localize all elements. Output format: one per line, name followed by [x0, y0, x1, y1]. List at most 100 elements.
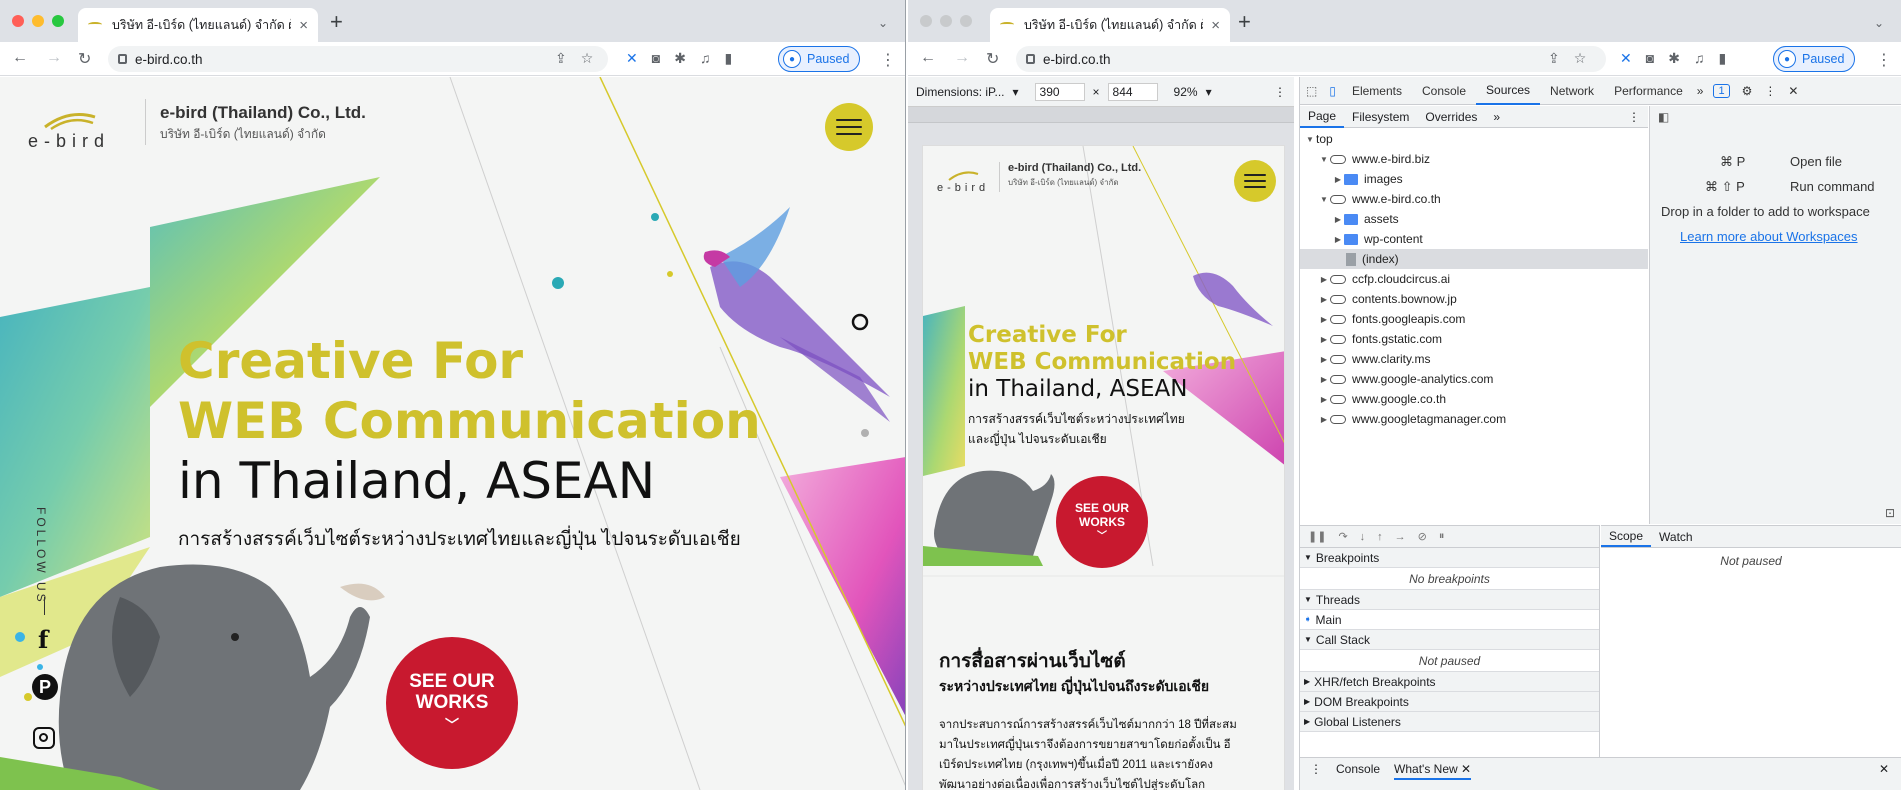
forward-icon[interactable]: →	[954, 49, 970, 67]
close-tab-icon[interactable]: ×	[1211, 17, 1220, 34]
collapse-arrow-icon[interactable]: ▶	[1318, 415, 1330, 424]
pause-icon[interactable]: ❚❚	[1308, 530, 1326, 543]
minimize-window-button[interactable]	[940, 15, 952, 27]
step-icon[interactable]: →	[1395, 531, 1406, 543]
collapse-arrow-icon[interactable]: ▶	[1318, 355, 1330, 364]
tree-item[interactable]: ▼ www.e-bird.biz	[1300, 149, 1648, 169]
dimensions-select[interactable]: Dimensions: iP...	[916, 85, 1004, 99]
thread-main-row[interactable]: ➧ Main	[1300, 610, 1599, 630]
see-our-works-button[interactable]: SEE OUR WORKS ﹀	[386, 637, 518, 769]
threads-header[interactable]: ▼ Threads	[1300, 590, 1599, 610]
dimensions-dropdown-icon[interactable]: ▾	[1012, 85, 1018, 99]
issues-badge[interactable]: 1	[1707, 77, 1735, 105]
toggle-navigator-icon[interactable]: ◧	[1658, 110, 1669, 124]
bookmark-star-icon[interactable]: ☆	[581, 50, 594, 67]
expand-arrow-icon[interactable]: ▼	[1304, 135, 1316, 144]
address-bar[interactable]: e-bird.co.th	[108, 46, 608, 72]
pinterest-icon[interactable]: P	[32, 674, 58, 700]
breakpoints-header[interactable]: ▼ Breakpoints	[1300, 548, 1599, 568]
tab-console[interactable]: Console	[1412, 77, 1476, 105]
reload-icon[interactable]: ↻	[78, 49, 91, 69]
sidepanel-icon[interactable]: ▮	[1718, 50, 1726, 67]
tree-item[interactable]: ▶ assets	[1300, 209, 1648, 229]
menu-icon[interactable]: ⋮	[880, 50, 896, 70]
profile-button[interactable]: ● Paused	[778, 46, 861, 72]
inspect-element-icon[interactable]: ⬚	[1300, 77, 1323, 105]
browser-tab-right[interactable]: บริษัท อี-เบิร์ด (ไทยแลนด์) จำกัด ผู้ ×	[990, 8, 1230, 42]
zoom-dropdown-icon[interactable]: ▾	[1206, 85, 1212, 99]
tree-item[interactable]: ▶ ccfp.cloudcircus.ai	[1300, 269, 1648, 289]
drawer-tab-whats-new[interactable]: What's New ✕	[1394, 762, 1472, 780]
maximize-window-button[interactable]	[960, 15, 972, 27]
more-tabs-icon[interactable]: »	[1693, 77, 1708, 105]
close-devtools-icon[interactable]: ✕	[1782, 77, 1804, 105]
mobile-see-our-works-button[interactable]: SEE OUR WORKS ﹀	[1056, 476, 1148, 568]
collapse-arrow-icon[interactable]: ▶	[1318, 395, 1330, 404]
tree-item[interactable]: ▶ www.clarity.ms	[1300, 349, 1648, 369]
collapse-arrow-icon[interactable]: ▶	[1332, 235, 1344, 244]
tree-item[interactable]: ▶ www.googletagmanager.com	[1300, 409, 1648, 429]
expand-arrow-icon[interactable]: ▼	[1318, 155, 1330, 164]
tree-item[interactable]: ▶ www.google-analytics.com	[1300, 369, 1648, 389]
back-icon[interactable]: ←	[920, 49, 936, 67]
new-tab-icon[interactable]: +	[1238, 11, 1251, 33]
reload-icon[interactable]: ↻	[986, 49, 999, 69]
bookmark-star-icon[interactable]: ☆	[1574, 50, 1587, 67]
forward-icon[interactable]: →	[46, 49, 62, 67]
media-icon[interactable]: ♫	[1694, 50, 1705, 67]
collapse-arrow-icon[interactable]: ▶	[1332, 215, 1344, 224]
tree-item[interactable]: ▶ wp-content	[1300, 229, 1648, 249]
tree-item[interactable]: ▶ www.google.co.th	[1300, 389, 1648, 409]
settings-gear-icon[interactable]: ⚙	[1736, 77, 1759, 105]
collapse-arrow-icon[interactable]: ▶	[1318, 275, 1330, 284]
site-logo[interactable]: e-bird	[28, 107, 110, 152]
instagram-icon[interactable]	[33, 727, 55, 749]
tree-item[interactable]: ▶ fonts.googleapis.com	[1300, 309, 1648, 329]
device-width-input[interactable]: 390	[1034, 82, 1085, 101]
sidepanel-icon[interactable]: ▮	[724, 50, 732, 67]
nav-tab-page[interactable]: Page	[1300, 106, 1345, 128]
maximize-window-button[interactable]	[52, 15, 64, 27]
step-over-icon[interactable]: ↷	[1338, 530, 1347, 543]
tree-item[interactable]: (index)	[1300, 249, 1648, 269]
collapse-arrow-icon[interactable]: ▶	[1332, 175, 1344, 184]
callstack-header[interactable]: ▼ Call Stack	[1300, 630, 1599, 650]
tab-sources[interactable]: Sources	[1476, 77, 1541, 105]
global-listeners-header[interactable]: ▶ Global Listeners	[1300, 712, 1599, 732]
tab-performance[interactable]: Performance	[1604, 77, 1693, 105]
zoom-select[interactable]: 92%	[1174, 85, 1198, 99]
collapse-arrow-icon[interactable]: ▶	[1318, 315, 1330, 324]
media-query-bar[interactable]	[908, 107, 1294, 123]
profile-button[interactable]: ● Paused	[1773, 46, 1856, 72]
menu-icon[interactable]: ⋮	[1876, 50, 1892, 70]
tree-item[interactable]: ▶ images	[1300, 169, 1648, 189]
share-icon[interactable]: ⇪	[1548, 50, 1560, 67]
toggle-debugger-icon[interactable]: ⊡	[1885, 506, 1895, 520]
collapse-arrow-icon[interactable]: ▶	[1318, 295, 1330, 304]
step-into-icon[interactable]: ↓	[1360, 531, 1366, 543]
tree-item[interactable]: ▶ fonts.gstatic.com	[1300, 329, 1648, 349]
tab-network[interactable]: Network	[1540, 77, 1604, 105]
tab-search-icon[interactable]: ⌄	[1874, 16, 1884, 30]
nav-tab-filesystem[interactable]: Filesystem	[1344, 106, 1417, 128]
address-bar-right[interactable]: e-bird.co.th	[1016, 46, 1606, 72]
deactivate-breakpoints-icon[interactable]: ⊘	[1418, 530, 1427, 543]
hamburger-menu-button[interactable]	[825, 103, 873, 151]
more-nav-tabs-icon[interactable]: »	[1485, 106, 1508, 128]
extension-x-icon[interactable]: ✕	[1620, 50, 1632, 67]
back-icon[interactable]: ←	[12, 49, 28, 67]
close-window-button[interactable]	[920, 15, 932, 27]
device-toggle-icon[interactable]: ▯	[1323, 77, 1342, 105]
browser-tab[interactable]: บริษัท อี-เบิร์ด (ไทยแลนด์) จำกัด ผู้ ×	[78, 8, 318, 42]
tree-item[interactable]: ▼ www.e-bird.co.th	[1300, 189, 1648, 209]
puzzle-icon[interactable]: ✱	[1668, 50, 1680, 67]
camera-icon[interactable]: ◙	[1646, 50, 1654, 67]
media-icon[interactable]: ♫	[700, 50, 711, 67]
share-icon[interactable]: ⇪	[555, 50, 567, 67]
device-more-icon[interactable]: ⋮	[1274, 85, 1286, 99]
collapse-arrow-icon[interactable]: ▶	[1318, 335, 1330, 344]
minimize-window-button[interactable]	[32, 15, 44, 27]
mobile-logo[interactable]: e-bird	[937, 168, 989, 194]
close-window-button[interactable]	[12, 15, 24, 27]
new-tab-icon[interactable]: +	[330, 11, 343, 33]
